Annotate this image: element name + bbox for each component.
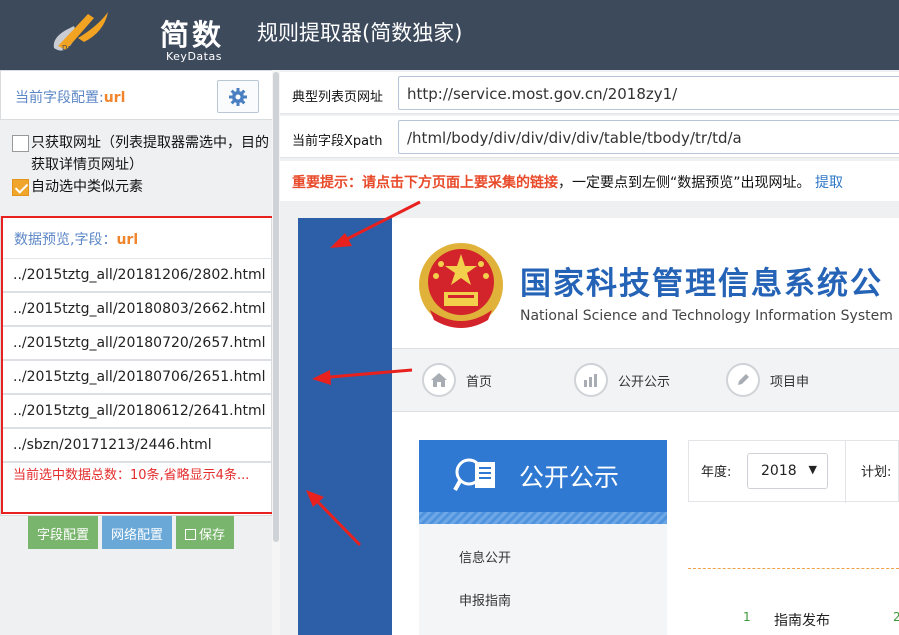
announcement-icon bbox=[453, 458, 495, 491]
current-field-label: 当前字段配置:url bbox=[15, 90, 126, 106]
gear-icon bbox=[229, 88, 247, 106]
settings-button[interactable] bbox=[217, 80, 259, 113]
auto-select-option[interactable]: 自动选中类似元素 bbox=[10, 176, 275, 198]
row-title[interactable]: 指南发布 bbox=[774, 610, 830, 630]
row-index: 1 bbox=[743, 610, 751, 624]
current-field-name: url bbox=[103, 90, 126, 106]
save-button[interactable]: 保存 bbox=[176, 516, 235, 549]
sidebar-item-guide[interactable]: 申报指南 bbox=[459, 590, 511, 609]
year-label: 年度: bbox=[701, 465, 732, 480]
embedded-page[interactable]: 国家科技管理信息系统公 National Science and Technol… bbox=[298, 218, 899, 635]
only-url-label: 只获取网址（列表提取器需选中，目的获取详情页网址） bbox=[31, 135, 269, 173]
network-config-button[interactable]: 网络配置 bbox=[102, 516, 173, 549]
field-config-button[interactable]: 字段配置 bbox=[28, 516, 99, 549]
site-banner: 国家科技管理信息系统公 National Science and Technol… bbox=[392, 218, 899, 348]
options-group: 只获取网址（列表提取器需选中，目的获取详情页网址） 自动选中类似元素 bbox=[10, 132, 275, 198]
left-scrollbar[interactable] bbox=[272, 70, 280, 635]
sidebar-title: 公开公示 bbox=[519, 463, 620, 492]
only-url-checkbox[interactable] bbox=[12, 135, 29, 152]
only-url-option[interactable]: 只获取网址（列表提取器需选中，目的获取详情页网址） bbox=[10, 132, 275, 176]
site-subtitle: National Science and Technology Informat… bbox=[520, 308, 893, 324]
dashed-divider bbox=[688, 568, 899, 569]
save-icon bbox=[185, 529, 197, 540]
sidebar-header: 公开公示 bbox=[419, 440, 667, 524]
right-panel: 典型列表页网址 http://service.most.gov.cn/2018z… bbox=[280, 70, 899, 635]
year-select[interactable]: 2018 ▼ bbox=[747, 453, 828, 489]
logo-subtitle: KeyDatas bbox=[166, 50, 222, 63]
pencil-icon bbox=[726, 363, 760, 397]
xpath-input[interactable]: /html/body/div/div/div/div/table/tbody/t… bbox=[398, 120, 899, 154]
list-url-input[interactable]: http://service.most.gov.cn/2018zy1/ bbox=[398, 76, 899, 110]
highlight-box bbox=[1, 216, 287, 514]
list-url-row: 典型列表页网址 http://service.most.gov.cn/2018z… bbox=[280, 72, 899, 114]
list-url-label: 典型列表页网址 bbox=[292, 90, 384, 105]
nav-public-label: 公开公示 bbox=[618, 374, 671, 390]
page-left-strip bbox=[298, 218, 392, 635]
app-logo: Data 简数 KeyDatas bbox=[48, 6, 221, 64]
logo-badge: Data bbox=[62, 44, 79, 52]
national-emblem-icon bbox=[419, 243, 503, 328]
filter-divider bbox=[845, 441, 846, 503]
tip-text: ，一定要点到左侧“数据预览”出现网址。 bbox=[558, 175, 811, 191]
site-title: 国家科技管理信息系统公 bbox=[520, 266, 883, 302]
app-title: 规则提取器(简数独家) bbox=[257, 21, 463, 45]
row-extra: 2 bbox=[893, 610, 899, 624]
field-config-header: 当前字段配置:url bbox=[0, 70, 276, 120]
tip-link[interactable]: 提取 bbox=[815, 175, 843, 191]
sidebar-item-info[interactable]: 信息公开 bbox=[459, 547, 511, 566]
sidebar-stripe bbox=[419, 512, 667, 524]
home-icon bbox=[422, 363, 456, 397]
scrollbar-thumb[interactable] bbox=[273, 72, 279, 542]
xpath-row: 当前字段Xpath /html/body/div/div/div/div/tab… bbox=[280, 116, 899, 158]
tip-strong-text: 重要提示：请点击下方页面上要采集的链接 bbox=[292, 175, 558, 191]
nav-item-public[interactable]: 公开公示 bbox=[574, 363, 670, 397]
important-tip: 重要提示：请点击下方页面上要采集的链接，一定要点到左侧“数据预览”出现网址。 提… bbox=[280, 161, 899, 201]
app-header: Data 简数 KeyDatas 规则提取器(简数独家) bbox=[0, 0, 899, 70]
auto-select-checkbox[interactable] bbox=[12, 179, 29, 196]
xpath-label: 当前字段Xpath bbox=[292, 134, 383, 149]
nav-home-label: 首页 bbox=[466, 374, 493, 390]
auto-select-label: 自动选中类似元素 bbox=[31, 179, 143, 195]
nav-item-project[interactable]: 项目申 bbox=[726, 363, 809, 397]
bottom-buttons: 字段配置 网络配置 保存 bbox=[28, 516, 235, 549]
logo-mark-icon: Data bbox=[53, 12, 108, 52]
chart-icon bbox=[574, 363, 608, 397]
plan-label: 计划: bbox=[861, 465, 892, 480]
site-filters: 年度: 2018 ▼ 计划: bbox=[688, 440, 899, 503]
left-panel: 当前字段配置:url 只获取网址（列表提取器需选中，目的获取详情页网址） 自动选… bbox=[0, 70, 287, 635]
site-sidebar: 公开公示 信息公开 申报指南 bbox=[419, 440, 667, 635]
site-nav: 首页 公开公示 项目申 bbox=[392, 348, 899, 412]
dropdown-arrow-icon: ▼ bbox=[808, 463, 817, 476]
nav-item-home[interactable]: 首页 bbox=[422, 363, 492, 397]
nav-project-label: 项目申 bbox=[770, 374, 810, 390]
logo-title: 简数 bbox=[160, 18, 225, 52]
